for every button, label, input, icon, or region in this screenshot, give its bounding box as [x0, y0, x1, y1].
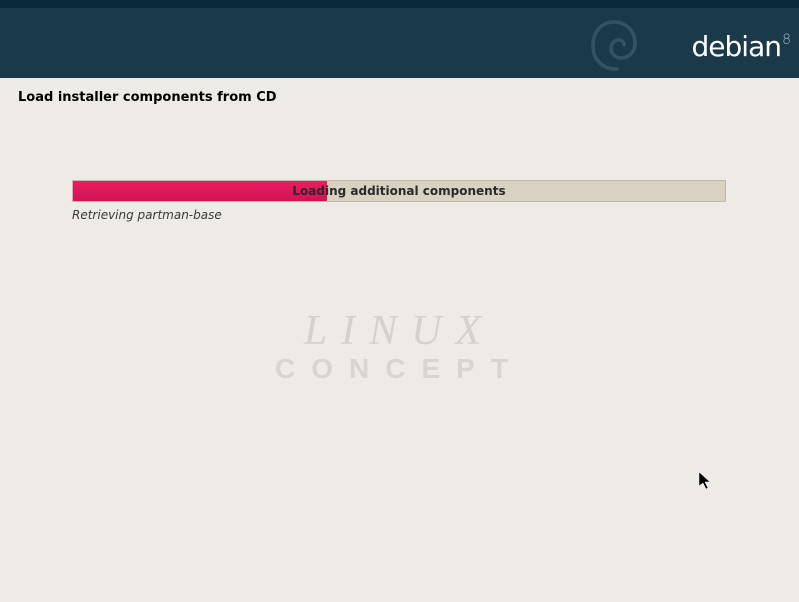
progress-section: Loading additional components Retrieving…	[72, 180, 726, 222]
installer-header: debian 8	[0, 0, 799, 78]
debian-swirl-icon	[584, 16, 644, 76]
brand-label: debian	[692, 30, 781, 63]
progress-bar: Loading additional components	[72, 180, 726, 202]
watermark-line2: CONCEPT	[275, 352, 524, 386]
brand-version: 8	[782, 32, 791, 48]
progress-status: Retrieving partman-base	[72, 208, 726, 222]
progress-label: Loading additional components	[73, 184, 725, 198]
watermark-line1: LINUX	[275, 310, 524, 352]
cursor-icon	[699, 472, 713, 490]
watermark: LINUX CONCEPT	[275, 310, 524, 386]
page-title: Load installer components from CD	[18, 90, 277, 105]
